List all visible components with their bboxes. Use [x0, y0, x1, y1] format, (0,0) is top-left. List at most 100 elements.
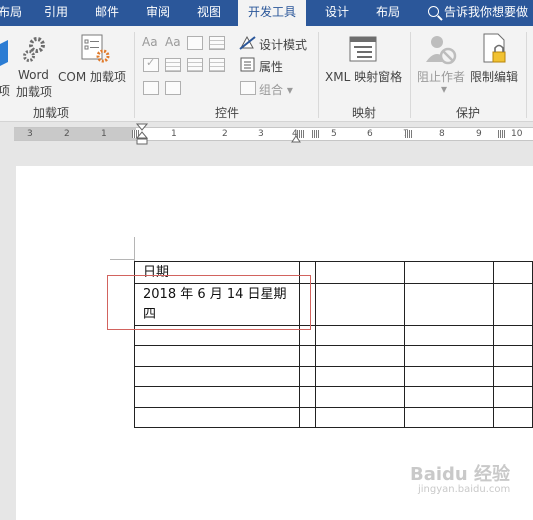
- table-cell[interactable]: [403, 325, 495, 346]
- ruler-number: 2: [64, 129, 70, 139]
- table-cell[interactable]: [314, 283, 405, 326]
- com-addins-icon: [81, 34, 110, 63]
- table-cell[interactable]: [493, 407, 533, 428]
- group-button[interactable]: 组合 ▾: [259, 81, 293, 98]
- table-cell[interactable]: [314, 366, 405, 387]
- table-cell[interactable]: [403, 407, 495, 428]
- ruler-number: 3: [27, 129, 33, 139]
- tab-developer[interactable]: 开发工具: [238, 0, 307, 26]
- tab-layout-left[interactable]: 布局: [0, 0, 22, 26]
- table-cell[interactable]: [314, 407, 405, 428]
- ruler-number: 3: [258, 129, 264, 139]
- table-row: [133, 407, 533, 428]
- table-cell[interactable]: [403, 283, 495, 326]
- group-button-label: 组合: [259, 83, 284, 97]
- mapping-group-label: 映射: [352, 106, 377, 120]
- group-control-icon: [240, 81, 256, 95]
- combo-box-control-icon[interactable]: [165, 58, 181, 72]
- table-row: [133, 345, 533, 367]
- baidu-watermark: Baidu 经验: [410, 464, 511, 485]
- rich-text-control-icon[interactable]: Aa: [142, 35, 158, 49]
- partial-addins-label: 项: [0, 84, 11, 98]
- properties-icon: [240, 57, 255, 72]
- margin-crop-mark: [110, 259, 134, 260]
- checkbox-control-icon[interactable]: [143, 56, 159, 72]
- table-row: [133, 386, 533, 408]
- table-cell[interactable]: [314, 261, 405, 284]
- table-cell[interactable]: [314, 325, 405, 346]
- table-cell[interactable]: [493, 386, 533, 408]
- ruler-number: 8: [439, 129, 445, 139]
- protect-group-label: 保护: [456, 106, 481, 120]
- properties-button[interactable]: 属性: [259, 58, 283, 75]
- dropdown-control-icon[interactable]: [187, 58, 203, 72]
- group-divider: [410, 32, 411, 118]
- table-cell[interactable]: [403, 261, 495, 284]
- ribbon-tab-bar: 布局 引用 邮件 审阅 视图 开发工具 设计 布局 告诉我你想要做: [0, 0, 533, 26]
- highlight-annotation-box: [107, 275, 311, 330]
- design-mode-icon: [239, 35, 256, 50]
- ruler-number: 9: [476, 129, 482, 139]
- xml-mapping-icon: [349, 36, 377, 62]
- date-picker-control-icon[interactable]: [209, 58, 225, 72]
- group-divider: [318, 32, 319, 118]
- table-cell[interactable]: [493, 366, 533, 387]
- margin-crop-mark: [134, 237, 135, 261]
- table-cell[interactable]: [493, 283, 533, 326]
- table-cell[interactable]: [299, 345, 316, 367]
- gear-icon: [23, 37, 45, 62]
- table-cell[interactable]: [314, 345, 405, 367]
- table-cell[interactable]: [403, 366, 495, 387]
- addins-group-label: 加载项: [33, 106, 70, 120]
- column-boundary-icon[interactable]: [291, 135, 301, 143]
- table-cell[interactable]: [314, 386, 405, 408]
- tab-references[interactable]: 引用: [44, 0, 68, 26]
- ruler-strip: 3 2 1 1 2 3 4 5 6 7 8 9 10: [14, 127, 533, 141]
- design-mode-button[interactable]: 设计模式: [259, 36, 307, 53]
- table-cell[interactable]: [403, 345, 495, 367]
- tell-me-text: 告诉我你想要做: [444, 5, 529, 19]
- ribbon: 项 Word 加载项 COM 加载项 加载项 Aa Aa 设计模式 属性: [0, 26, 533, 122]
- table-column-marker[interactable]: [312, 130, 319, 138]
- tab-mailings[interactable]: 邮件: [95, 0, 119, 26]
- xml-mapping-pane-button[interactable]: XML 映射窗格: [325, 68, 402, 85]
- table-column-marker[interactable]: [405, 130, 412, 138]
- partial-blue-icon: [0, 40, 8, 66]
- building-block-control-icon[interactable]: [209, 36, 225, 50]
- table-cell[interactable]: [493, 345, 533, 367]
- search-icon: [428, 6, 439, 17]
- tab-view[interactable]: 视图: [197, 0, 221, 26]
- table-cell[interactable]: [493, 325, 533, 346]
- controls-group-label: 控件: [215, 106, 240, 120]
- word-addins-label-1: Word: [18, 68, 49, 82]
- table-cell[interactable]: [133, 386, 301, 408]
- table-column-marker[interactable]: [498, 130, 505, 138]
- ruler-number: 1: [171, 129, 177, 139]
- horizontal-ruler[interactable]: 3 2 1 1 2 3 4 5 6 7 8 9 10: [0, 123, 533, 145]
- word-addins-label-2: 加载项: [16, 85, 53, 99]
- ruler-number: 6: [367, 129, 373, 139]
- indent-marker-icon[interactable]: [136, 123, 148, 145]
- tab-review[interactable]: 审阅: [146, 0, 170, 26]
- tab-layout[interactable]: 布局: [376, 0, 400, 26]
- table-cell[interactable]: [493, 261, 533, 284]
- com-addins-button[interactable]: COM 加载项: [58, 68, 126, 85]
- plain-text-control-icon[interactable]: Aa: [165, 35, 181, 49]
- restrict-editing-button[interactable]: 限制编辑: [470, 68, 518, 85]
- tab-design[interactable]: 设计: [325, 0, 349, 26]
- repeating-section-icon[interactable]: [143, 81, 159, 95]
- legacy-tools-icon[interactable]: [165, 81, 181, 95]
- ruler-number: 5: [331, 129, 337, 139]
- table-cell[interactable]: [403, 386, 495, 408]
- tell-me-box[interactable]: 告诉我你想要做: [428, 0, 528, 26]
- picture-control-icon[interactable]: [187, 36, 203, 50]
- table-cell[interactable]: [133, 345, 301, 367]
- table-cell[interactable]: [299, 366, 316, 387]
- restrict-editing-icon: [483, 33, 506, 63]
- table-cell[interactable]: [299, 407, 316, 428]
- table-cell[interactable]: [299, 386, 316, 408]
- table-row: [133, 366, 533, 387]
- table-cell[interactable]: [133, 366, 301, 387]
- watermark-url: jingyan.baidu.com: [418, 484, 511, 495]
- table-cell[interactable]: [133, 407, 301, 428]
